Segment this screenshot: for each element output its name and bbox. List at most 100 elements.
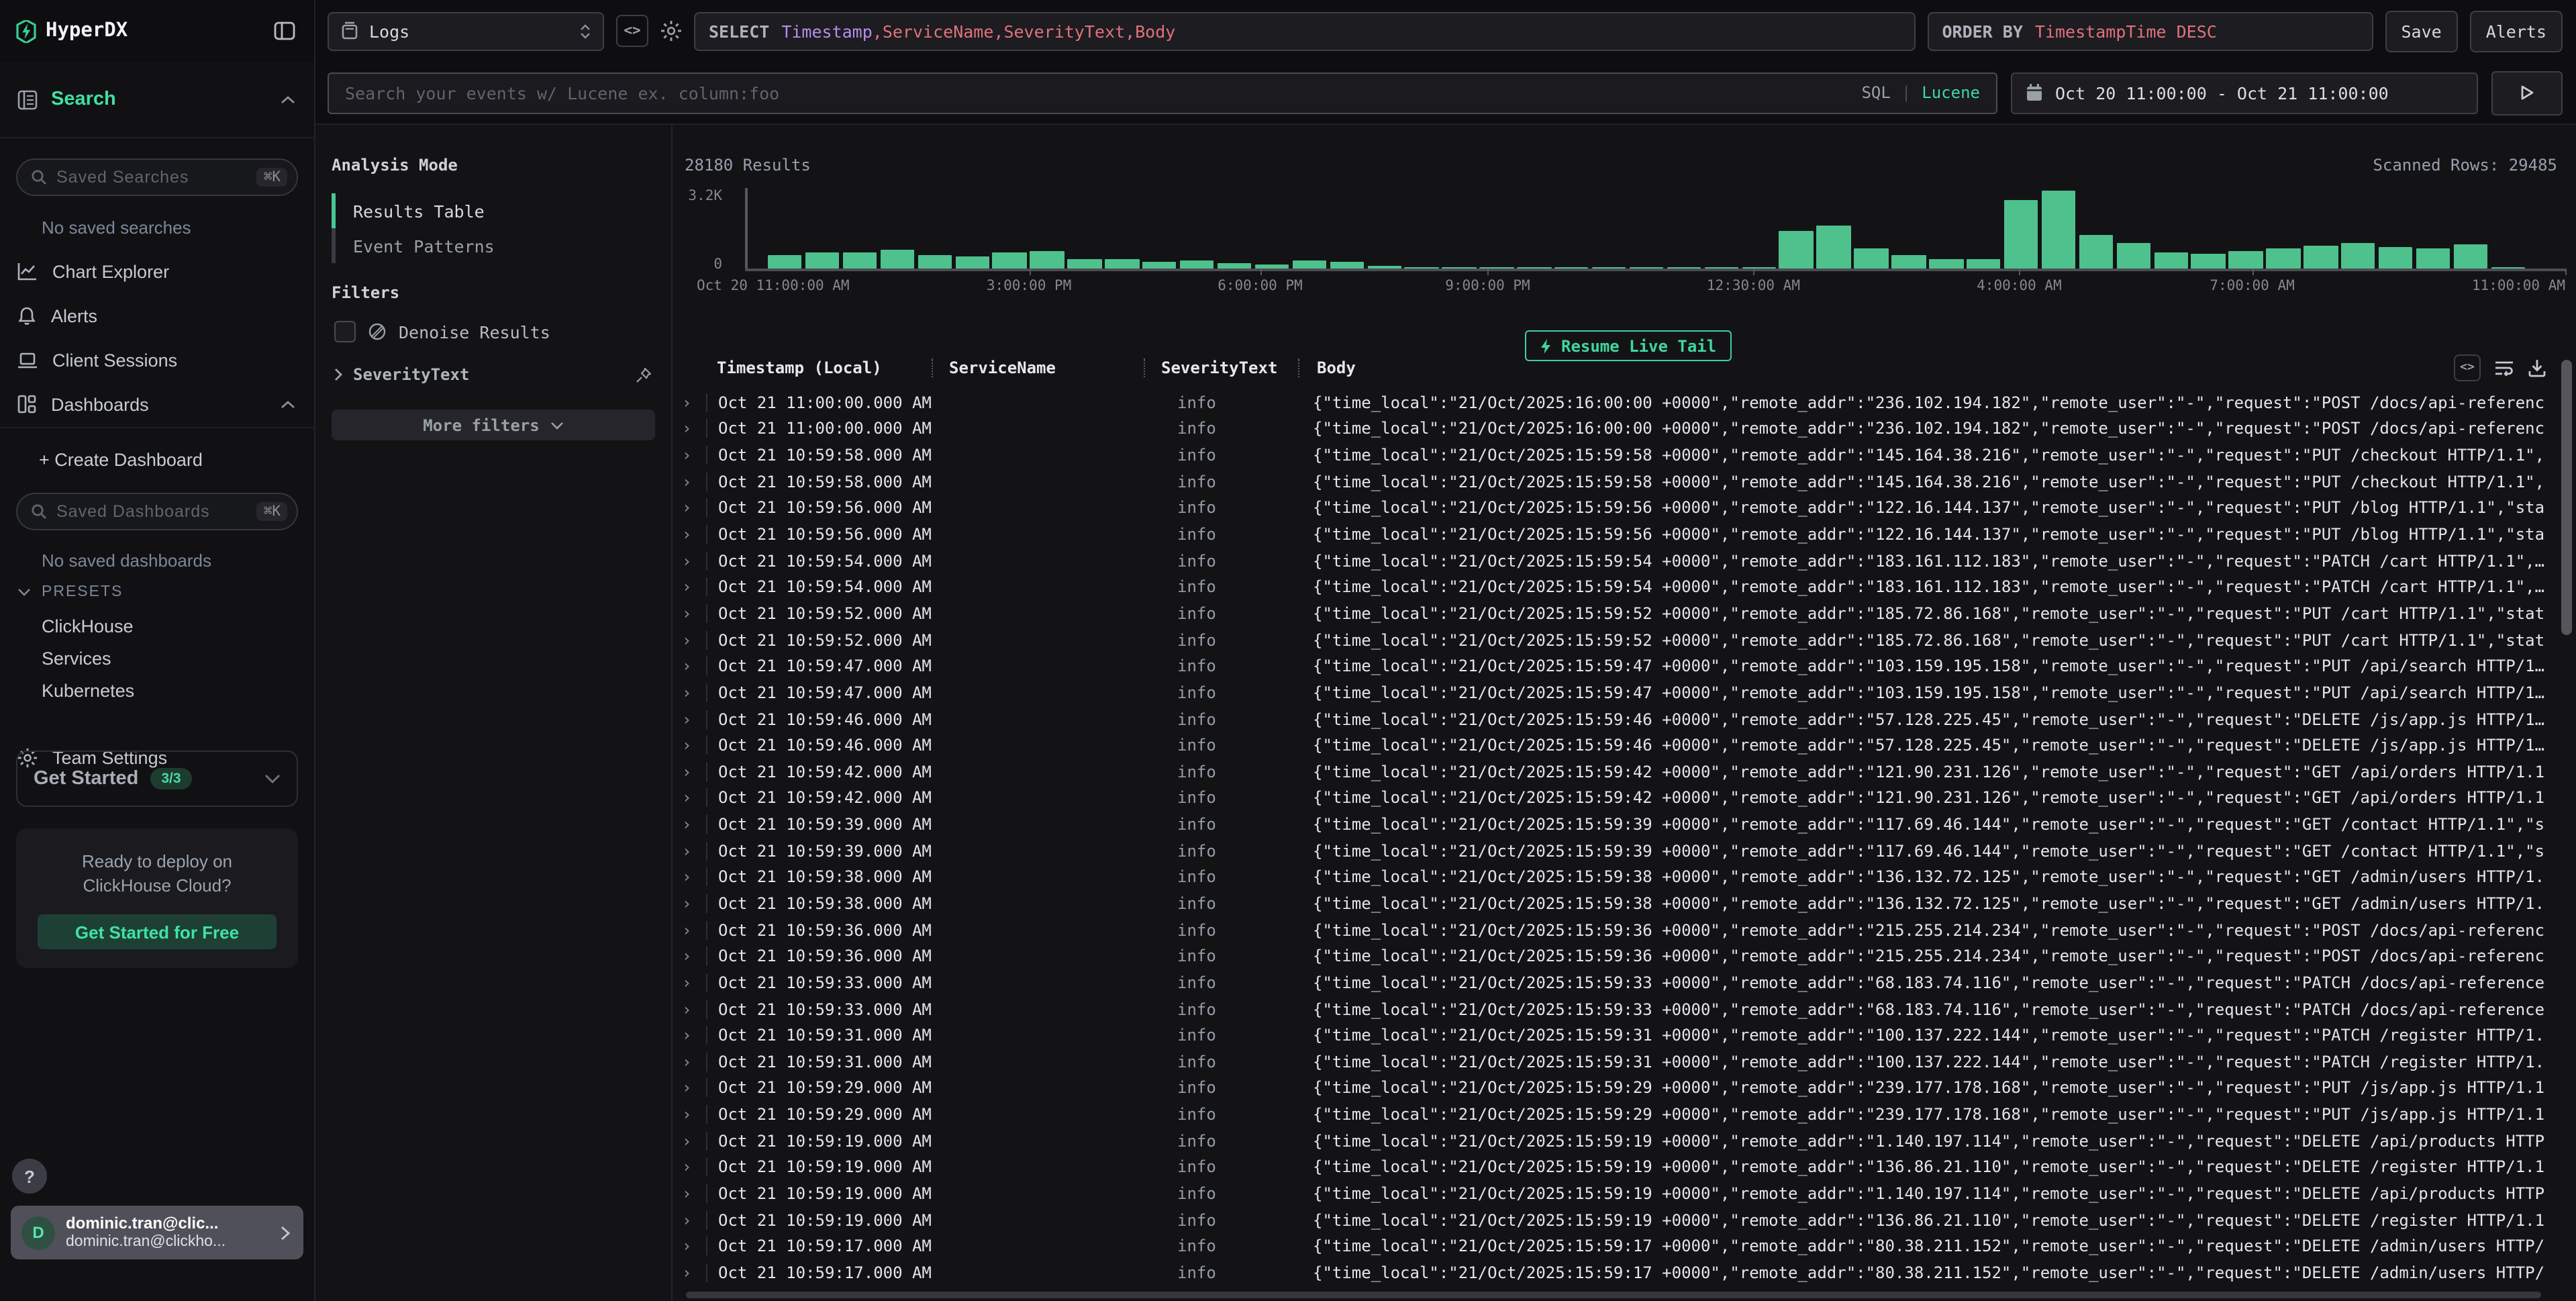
row-expand-chevron-icon[interactable]: › (682, 1026, 706, 1045)
table-row[interactable]: ›Oct 21 10:59:38.000 AMinfo{"time_local"… (682, 864, 2544, 890)
table-row[interactable]: ›Oct 21 10:59:19.000 AMinfo{"time_local"… (682, 1154, 2544, 1180)
mode-lucene[interactable]: Lucene (1922, 83, 1980, 102)
row-expand-chevron-icon[interactable]: › (682, 525, 706, 544)
histogram-bar[interactable] (1330, 262, 1364, 269)
histogram-bar[interactable] (1891, 254, 1926, 269)
histogram-bar[interactable] (2341, 244, 2375, 269)
row-expand-chevron-icon[interactable]: › (682, 947, 706, 966)
row-expand-chevron-icon[interactable]: › (682, 472, 706, 491)
table-row[interactable]: ›Oct 21 10:59:47.000 AMinfo{"time_local"… (682, 653, 2544, 679)
table-row[interactable]: ›Oct 21 10:59:36.000 AMinfo{"time_local"… (682, 917, 2544, 943)
histogram-bar[interactable] (2416, 248, 2450, 269)
histogram-bar[interactable] (768, 254, 802, 269)
histogram-bar[interactable] (1817, 226, 1851, 269)
select-columns-input[interactable]: SELECTTimestamp,ServiceName,SeverityText… (694, 11, 1915, 50)
table-row[interactable]: ›Oct 21 10:59:36.000 AMinfo{"time_local"… (682, 943, 2544, 969)
row-expand-chevron-icon[interactable]: › (682, 1000, 706, 1018)
create-dashboard-link[interactable]: + Create Dashboard (39, 450, 203, 470)
mode-sql[interactable]: SQL (1861, 83, 1890, 102)
get-started-toggle[interactable]: Get Started 3/3 (16, 751, 298, 807)
row-expand-chevron-icon[interactable]: › (682, 1263, 706, 1282)
chevron-up-icon[interactable] (281, 399, 295, 409)
histogram-bar[interactable] (1105, 260, 1139, 269)
histogram-bar[interactable] (1142, 262, 1177, 269)
table-row[interactable]: ›Oct 21 10:59:31.000 AMinfo{"time_local"… (682, 1022, 2544, 1049)
histogram-bar[interactable] (2004, 201, 2038, 269)
row-expand-chevron-icon[interactable]: › (682, 499, 706, 518)
presets-toggle[interactable]: PRESETS (17, 584, 123, 600)
sidebar-item-clickhouse[interactable]: ClickHouse (42, 616, 134, 636)
table-row[interactable]: ›Oct 21 10:59:46.000 AMinfo{"time_local"… (682, 732, 2544, 759)
table-row[interactable]: ›Oct 21 10:59:19.000 AMinfo{"time_local"… (682, 1128, 2544, 1154)
row-expand-chevron-icon[interactable]: › (682, 446, 706, 465)
table-row[interactable]: ›Oct 21 10:59:39.000 AMinfo{"time_local"… (682, 838, 2544, 864)
sidebar-item-dashboards[interactable]: Dashboards (0, 384, 314, 424)
histogram-bar[interactable] (2379, 246, 2413, 269)
table-row[interactable]: ›Oct 21 11:00:00.000 AMinfo{"time_local"… (682, 389, 2544, 416)
table-row[interactable]: ›Oct 21 10:59:31.000 AMinfo{"time_local"… (682, 1049, 2544, 1075)
query-language-toggle[interactable]: SQL | Lucene (1861, 83, 1980, 102)
search-input[interactable]: Search your events w/ Lucene ex. column:… (328, 72, 1997, 113)
table-row[interactable]: ›Oct 21 10:59:33.000 AMinfo{"time_local"… (682, 969, 2544, 996)
row-expand-chevron-icon[interactable]: › (682, 657, 706, 675)
row-expand-chevron-icon[interactable]: › (682, 1210, 706, 1229)
sidebar-item-alerts[interactable]: Alerts (0, 295, 314, 336)
download-icon[interactable] (2528, 358, 2546, 377)
row-expand-chevron-icon[interactable]: › (682, 420, 706, 438)
chevron-up-icon[interactable] (281, 95, 295, 104)
row-expand-chevron-icon[interactable]: › (682, 1184, 706, 1203)
table-row[interactable]: ›Oct 21 10:59:46.000 AMinfo{"time_local"… (682, 706, 2544, 732)
row-expand-chevron-icon[interactable]: › (682, 789, 706, 808)
table-row[interactable]: ›Oct 21 10:59:52.000 AMinfo{"time_local"… (682, 600, 2544, 626)
histogram-bar[interactable] (1929, 258, 1963, 269)
more-filters-button[interactable]: More filters (332, 409, 655, 440)
histogram-bar[interactable] (2079, 234, 2113, 269)
row-expand-chevron-icon[interactable]: › (682, 683, 706, 702)
gear-icon[interactable] (660, 20, 682, 42)
row-expand-chevron-icon[interactable]: › (682, 551, 706, 570)
row-expand-chevron-icon[interactable]: › (682, 393, 706, 412)
histogram-bar[interactable] (880, 250, 914, 269)
table-row[interactable]: ›Oct 21 10:59:54.000 AMinfo{"time_local"… (682, 548, 2544, 574)
table-row[interactable]: ›Oct 21 10:59:47.000 AMinfo{"time_local"… (682, 679, 2544, 706)
histogram-bar[interactable] (1854, 249, 1889, 269)
column-timestamp[interactable]: Timestamp (Local) (706, 358, 932, 377)
table-row[interactable]: ›Oct 21 10:59:19.000 AMinfo{"time_local"… (682, 1207, 2544, 1233)
histogram-bar[interactable] (2154, 252, 2188, 269)
row-expand-chevron-icon[interactable]: › (682, 1132, 706, 1151)
sidebar-item-chart-explorer[interactable]: Chart Explorer (0, 251, 314, 291)
source-select[interactable]: Logs (328, 11, 604, 50)
row-expand-chevron-icon[interactable]: › (682, 815, 706, 834)
denoise-results-option[interactable]: Denoise Results (334, 321, 550, 342)
histogram-bar[interactable] (1292, 261, 1326, 269)
run-query-button[interactable] (2491, 70, 2563, 115)
table-row[interactable]: ›Oct 21 10:59:33.000 AMinfo{"time_local"… (682, 996, 2544, 1022)
histogram-bar[interactable] (1030, 251, 1064, 269)
table-row[interactable]: ›Oct 21 10:59:42.000 AMinfo{"time_local"… (682, 759, 2544, 785)
table-row[interactable]: ›Oct 21 10:59:58.000 AMinfo{"time_local"… (682, 469, 2544, 495)
help-button[interactable]: ? (12, 1159, 47, 1194)
table-row[interactable]: ›Oct 21 10:59:56.000 AMinfo{"time_local"… (682, 521, 2544, 547)
row-expand-chevron-icon[interactable]: › (682, 1237, 706, 1256)
table-row[interactable]: ›Oct 21 10:59:39.000 AMinfo{"time_local"… (682, 812, 2544, 838)
histogram-bar[interactable] (955, 256, 989, 269)
row-expand-chevron-icon[interactable]: › (682, 973, 706, 992)
histogram-bar[interactable] (918, 254, 952, 269)
histogram-bar[interactable] (993, 252, 1027, 269)
row-expand-chevron-icon[interactable]: › (682, 920, 706, 939)
saved-dashboards-input[interactable]: Saved Dashboards ⌘K (16, 493, 298, 530)
row-expand-chevron-icon[interactable]: › (682, 710, 706, 728)
histogram-bar[interactable] (1967, 260, 2001, 269)
histogram-bar[interactable] (2303, 246, 2338, 269)
histogram-bar[interactable] (2042, 191, 2076, 269)
row-expand-chevron-icon[interactable]: › (682, 1079, 706, 1098)
table-row[interactable]: ›Oct 21 10:59:38.000 AMinfo{"time_local"… (682, 890, 2544, 916)
histogram-bar[interactable] (1218, 263, 1252, 269)
time-range-picker[interactable]: Oct 20 11:00:00 - Oct 21 11:00:00 (2011, 72, 2478, 113)
column-servicename[interactable]: ServiceName (932, 358, 1144, 377)
horizontal-scrollbar[interactable] (686, 1292, 2541, 1298)
row-expand-chevron-icon[interactable]: › (682, 578, 706, 597)
order-by-input[interactable]: ORDER BYTimestampTime DESC (1927, 11, 2373, 50)
sidebar-collapse-icon[interactable] (274, 21, 295, 40)
filter-group-severitytext[interactable]: SeverityText (334, 365, 652, 384)
